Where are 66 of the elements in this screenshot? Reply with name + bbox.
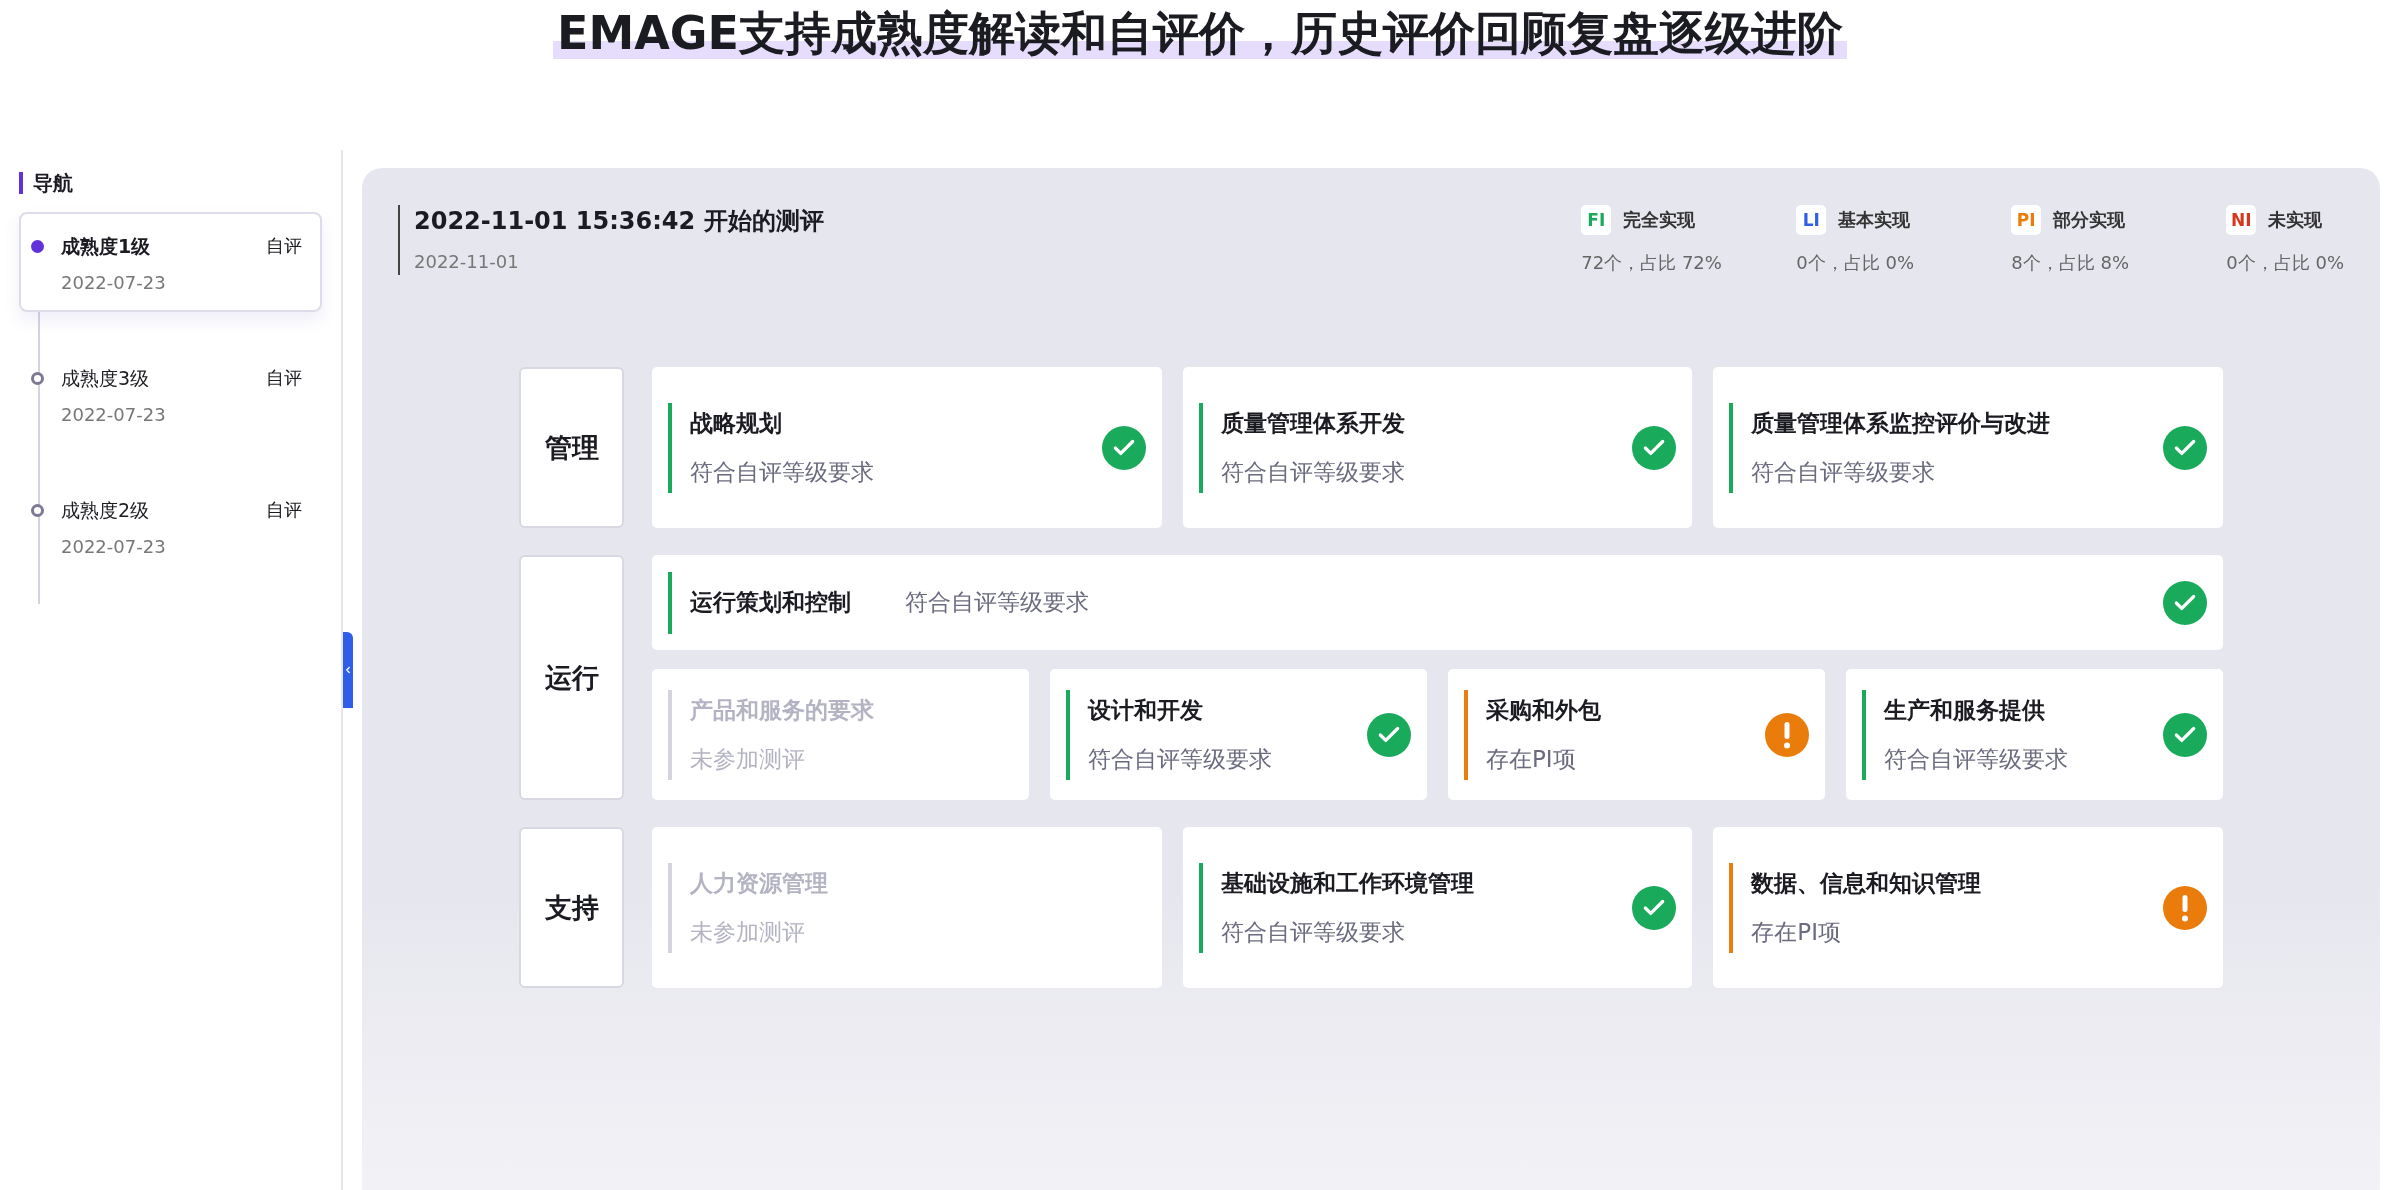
chevron-left-icon xyxy=(343,665,353,675)
rating-label: 基本实现 xyxy=(1838,208,1911,232)
process-card[interactable]: 战略规划 符合自评等级要求 xyxy=(652,367,1162,528)
process-card[interactable]: 采购和外包 存在PI项 xyxy=(1448,669,1825,800)
nav-heading: 导航 xyxy=(19,172,322,194)
timeline-dot-icon xyxy=(31,504,44,517)
process-status: 符合自评等级要求 xyxy=(1220,457,1405,487)
rating-code: NI xyxy=(2226,205,2257,235)
process-title: 战略规划 xyxy=(690,408,782,438)
process-title: 运行策划和控制 xyxy=(690,588,851,617)
rating-code: PI xyxy=(2011,205,2042,235)
nav-date: 2022-07-23 xyxy=(61,404,167,425)
timeline-dot-icon xyxy=(31,372,44,385)
process-title: 数据、信息和知识管理 xyxy=(1751,868,1982,898)
process-status: 未参加测评 xyxy=(690,917,805,947)
process-title: 设计和开发 xyxy=(1088,695,1203,725)
nav-item[interactable]: 成熟度1级 自评 2022-07-23 xyxy=(19,212,322,312)
process-status: 未参加测评 xyxy=(690,744,805,774)
rating-label: 完全实现 xyxy=(1623,208,1696,232)
nav-date: 2022-07-23 xyxy=(61,536,167,557)
process-status: 存在PI项 xyxy=(1486,744,1576,774)
assessment-date: 2022-11-01 xyxy=(414,251,520,272)
nav-item[interactable]: 成熟度3级 自评 2022-07-23 xyxy=(19,344,322,444)
process-status: 符合自评等级要求 xyxy=(1220,917,1405,947)
rating-summary: 0个，占比 0% xyxy=(2226,251,2344,275)
process-status: 符合自评等级要求 xyxy=(1751,457,1936,487)
process-card[interactable]: 生产和服务提供 符合自评等级要求 xyxy=(1846,669,2223,800)
process-title: 基础设施和工作环境管理 xyxy=(1220,868,1474,898)
category-label: 管理 xyxy=(519,367,624,528)
nav-item[interactable]: 成熟度2级 自评 2022-07-23 xyxy=(19,476,322,576)
collapse-sidebar-button[interactable] xyxy=(343,632,353,708)
process-title: 采购和外包 xyxy=(1486,695,1601,725)
level-name: 成熟度2级 xyxy=(61,498,150,523)
assessment-type: 自评 xyxy=(266,498,302,522)
process-title: 人力资源管理 xyxy=(690,868,828,898)
process-status: 存在PI项 xyxy=(1751,917,1841,947)
process-title: 质量管理体系开发 xyxy=(1220,408,1405,438)
level-name: 成熟度1级 xyxy=(61,234,151,259)
assessment-type: 自评 xyxy=(266,234,302,258)
rating-code: LI xyxy=(1796,205,1827,235)
rating-summary: 72个，占比 72% xyxy=(1581,251,1723,275)
assessment-type: 自评 xyxy=(266,366,302,390)
rating-label: 部分实现 xyxy=(2053,208,2126,232)
process-card[interactable]: 运行策划和控制 符合自评等级要求 xyxy=(652,555,2223,650)
rating-code: FI xyxy=(1581,205,1612,235)
process-card[interactable]: 质量管理体系开发 符合自评等级要求 xyxy=(1182,367,1693,528)
process-card[interactable]: 基础设施和工作环境管理 符合自评等级要求 xyxy=(1182,827,1693,988)
level-name: 成熟度3级 xyxy=(61,366,150,391)
category-label: 运行 xyxy=(519,555,624,800)
process-card[interactable]: 质量管理体系监控评价与改进 符合自评等级要求 xyxy=(1713,367,2223,528)
process-title: 生产和服务提供 xyxy=(1884,695,2045,725)
process-status: 符合自评等级要求 xyxy=(1884,744,2068,774)
rating-summary: 0个，占比 0% xyxy=(1796,251,1915,275)
nav-date: 2022-07-23 xyxy=(61,272,167,293)
process-status: 符合自评等级要求 xyxy=(1088,744,1272,774)
process-title: 产品和服务的要求 xyxy=(690,695,874,725)
assessment-title: 2022-11-01 15:36:42 开始的测评 xyxy=(414,206,824,237)
timeline-dot-icon xyxy=(31,240,44,253)
rating-label: 未实现 xyxy=(2268,208,2323,232)
rating-summary: 8个，占比 8% xyxy=(2011,251,2130,275)
process-status: 符合自评等级要求 xyxy=(690,457,874,487)
process-title: 质量管理体系监控评价与改进 xyxy=(1751,408,2051,438)
category-label: 支持 xyxy=(519,827,624,988)
process-card[interactable]: 设计和开发 符合自评等级要求 xyxy=(1050,669,1427,800)
process-status: 符合自评等级要求 xyxy=(905,588,1089,617)
process-card[interactable]: 数据、信息和知识管理 存在PI项 xyxy=(1713,827,2223,988)
